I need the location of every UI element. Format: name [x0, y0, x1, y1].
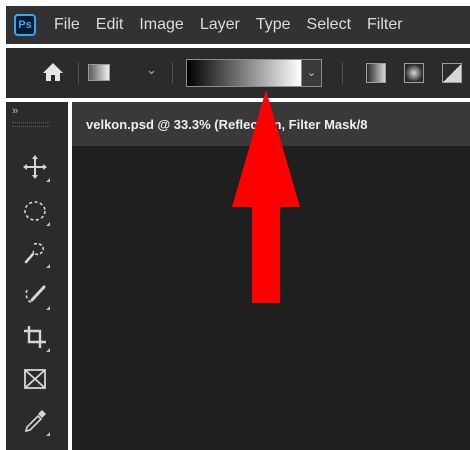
photoshop-logo: Ps — [14, 14, 36, 36]
brush-selection-icon[interactable] — [20, 280, 50, 310]
linear-gradient-icon[interactable] — [366, 63, 386, 83]
crop-icon[interactable] — [20, 322, 50, 352]
tool-submenu-indicator — [46, 178, 50, 182]
separator — [78, 62, 79, 84]
menu-image[interactable]: Image — [131, 16, 191, 34]
canvas-area[interactable] — [72, 146, 470, 450]
gradient-picker[interactable] — [186, 59, 302, 87]
gradient-preset-icon[interactable] — [88, 64, 110, 81]
photoshop-window: Ps File Edit Image Layer Type Select Fil… — [0, 0, 470, 450]
menu-edit[interactable]: Edit — [88, 16, 132, 34]
tool-submenu-indicator — [46, 264, 50, 268]
tool-submenu-indicator — [46, 432, 50, 436]
collapse-panel-icon[interactable]: ›› — [12, 105, 18, 117]
document-tab[interactable]: velkon.psd @ 33.3% (Reflection, Filter M… — [72, 102, 470, 146]
frame-icon[interactable] — [20, 364, 50, 394]
home-icon[interactable] — [42, 62, 64, 87]
document-title: velkon.psd @ 33.3% (Reflection, Filter M… — [86, 117, 368, 132]
panel-grip[interactable] — [12, 122, 50, 127]
tool-submenu-indicator — [46, 306, 50, 310]
tool-submenu-indicator — [46, 222, 50, 226]
move-icon[interactable] — [20, 152, 50, 182]
menu-bar: Ps File Edit Image Layer Type Select Fil… — [6, 6, 470, 44]
tool-submenu-indicator — [46, 348, 50, 352]
tools-panel: ›› — [6, 102, 68, 450]
menu-filter[interactable]: Filter — [359, 16, 411, 34]
radial-gradient-icon[interactable] — [404, 63, 424, 83]
quick-selection-icon[interactable] — [20, 238, 50, 268]
menu-type[interactable]: Type — [248, 16, 299, 34]
eyedropper-icon[interactable] — [20, 406, 50, 436]
options-bar: ⌄ ⌄ — [6, 48, 470, 98]
document-tab-bar: velkon.psd @ 33.3% (Reflection, Filter M… — [72, 102, 470, 146]
gradient-dropdown-chevron-icon[interactable]: ⌄ — [302, 59, 322, 87]
menu-select[interactable]: Select — [299, 16, 359, 34]
separator — [342, 62, 343, 84]
menu-layer[interactable]: Layer — [192, 16, 248, 34]
separator — [172, 62, 173, 84]
menu-file[interactable]: File — [46, 16, 88, 34]
chevron-down-icon[interactable]: ⌄ — [146, 62, 157, 78]
angle-gradient-icon[interactable] — [442, 63, 462, 83]
elliptical-marquee-icon[interactable] — [20, 196, 50, 226]
